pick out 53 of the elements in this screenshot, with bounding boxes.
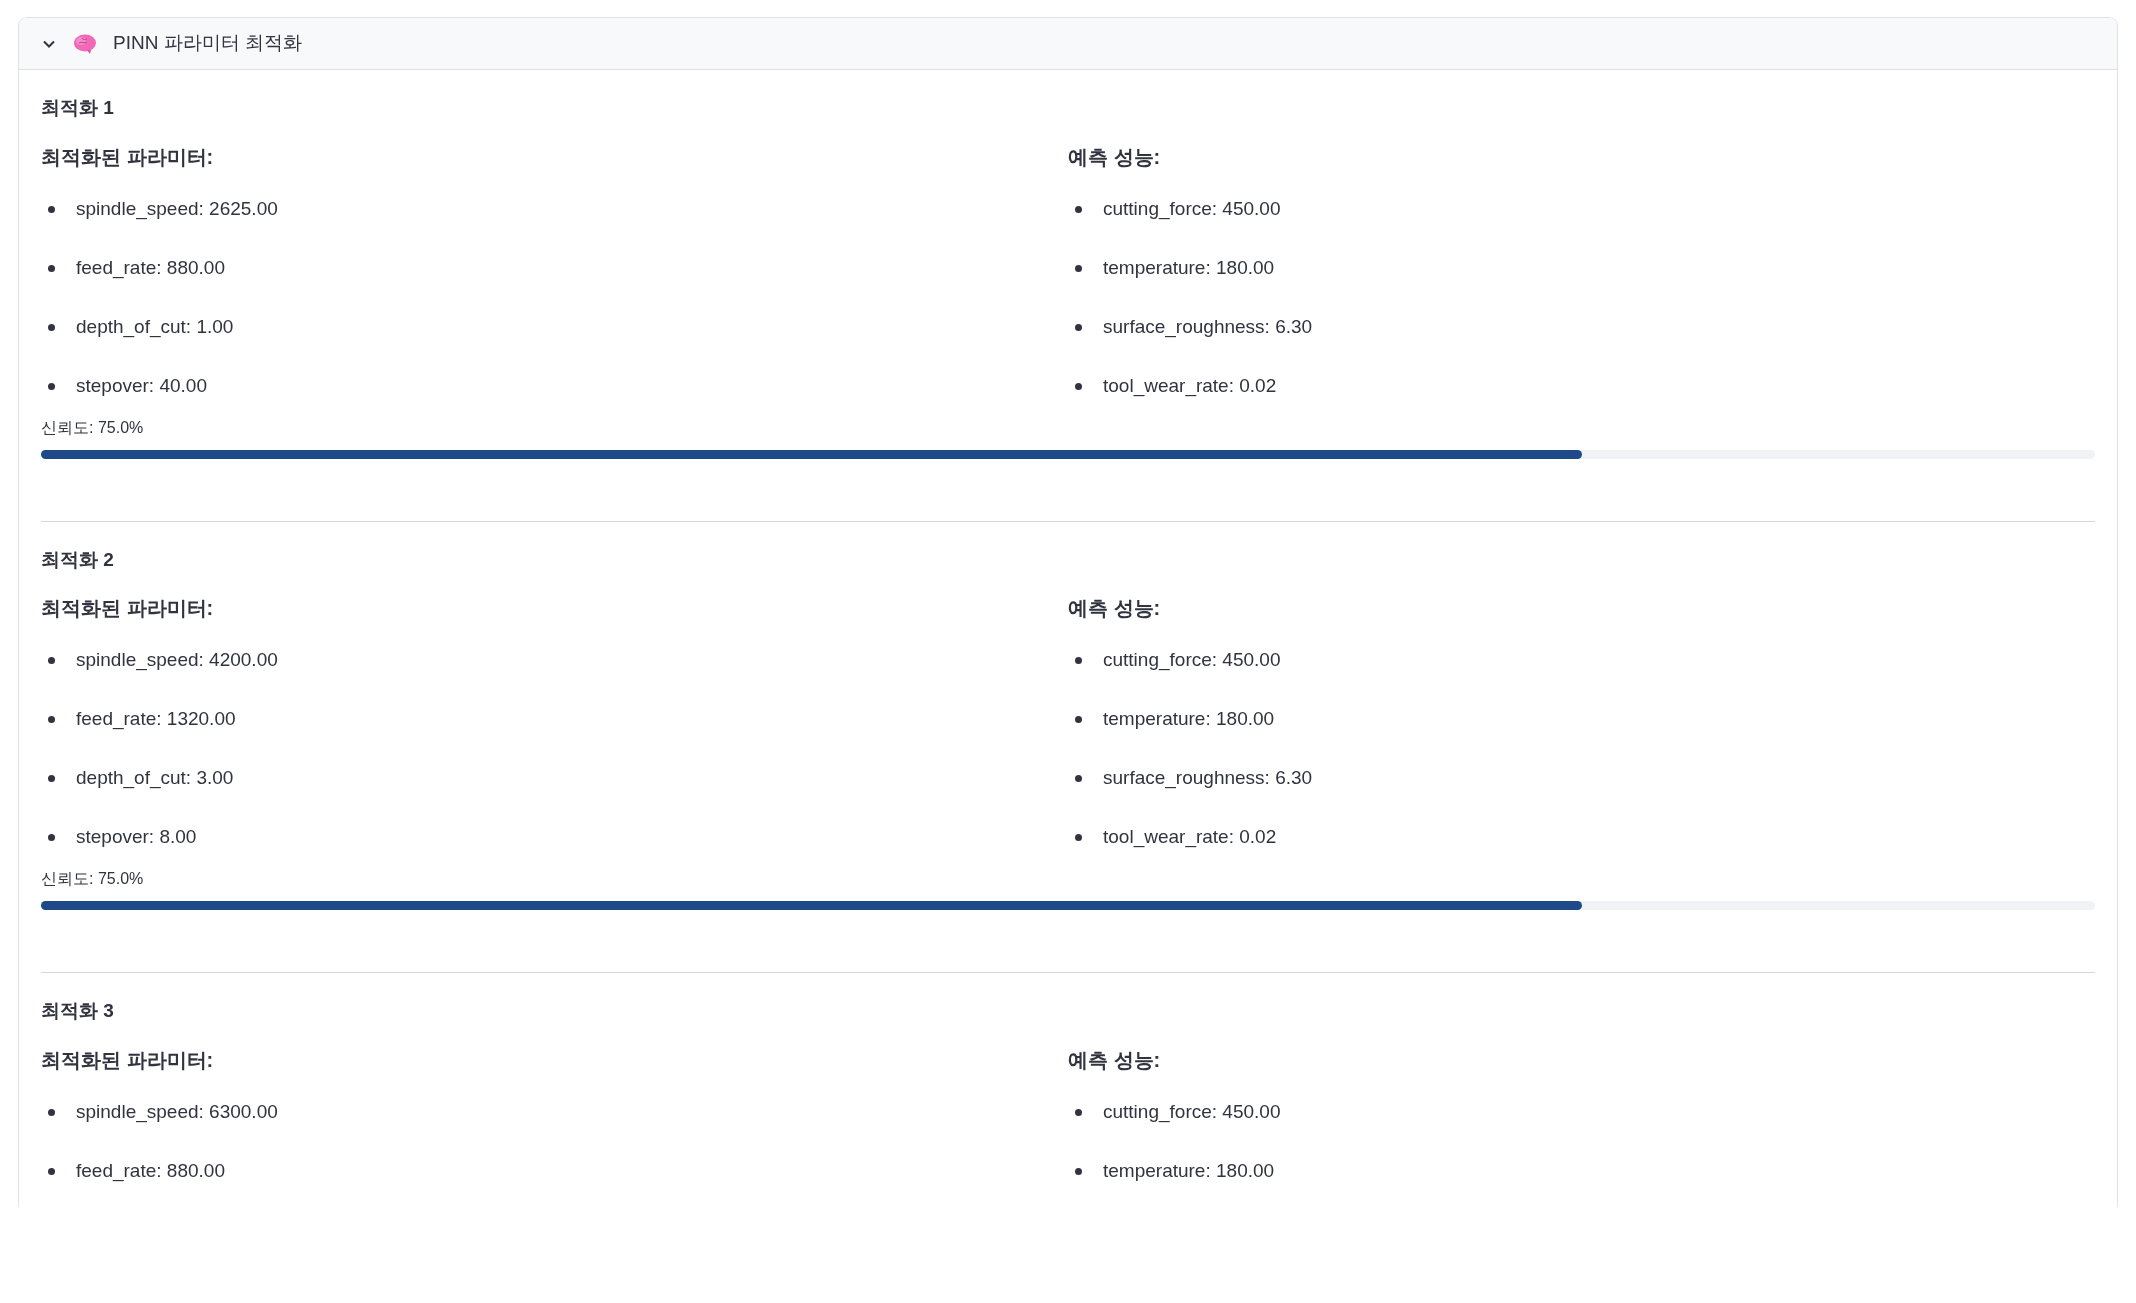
list-item: surface_roughness: 6.30 [1103,314,1313,340]
list-item: feed_rate: 1320.00 [76,707,236,732]
optimization-title: 최적화 3 [41,999,115,1023]
bullet-icon [48,323,55,331]
list-item: depth_of_cut: 3.00 [76,766,234,791]
bullet-icon [48,834,55,841]
expander-title: PINN 파라미터 최적화 [113,31,302,56]
list-item: spindle_speed: 2625.00 [76,196,278,222]
list-item: temperature: 180.00 [1103,255,1275,280]
bullet-icon [48,716,55,723]
bullet-icon [48,205,55,213]
list-item: stepover: 8.00 [76,825,197,850]
optimization-title: 최적화 1 [41,96,115,120]
bullet-icon [48,1108,55,1116]
list-item: cutting_force: 450.00 [1103,648,1281,673]
bullet-icon [1075,382,1082,390]
list-item: surface_roughness: 6.30 [1103,766,1313,791]
section-heading: 최적화된 파라미터: [41,144,215,170]
list-item: cutting_force: 450.00 [1103,196,1281,222]
bullet-icon [1075,323,1082,331]
list-item: feed_rate: 880.00 [76,1158,225,1184]
bullet-icon [1075,1108,1082,1116]
section-heading: 최적화된 파라미터: [41,596,215,621]
bullet-icon [1075,775,1082,782]
list-item: cutting_force: 450.00 [1103,1099,1281,1125]
list-item: feed_rate: 880.00 [76,255,225,281]
bullet-icon [48,382,55,390]
bullet-icon [48,264,55,272]
bullet-icon [1075,1167,1082,1175]
expander-header[interactable]: PINN 파라미터 최적화 [19,18,2117,70]
list-item: tool_wear_rate: 0.02 [1103,825,1277,850]
list-item: stepover: 40.00 [76,373,207,398]
bullet-icon [48,1167,55,1175]
bullet-icon [1075,834,1082,841]
bullet-icon [1075,657,1082,664]
optimization-title: 최적화 2 [41,547,115,572]
confidence-label: 신뢰도: 75.0% [41,869,145,889]
section-heading: 최적화된 파라미터: [41,1047,215,1073]
list-item: depth_of_cut: 1.00 [76,314,234,340]
bullet-icon [48,657,55,664]
list-item: temperature: 180.00 [1103,707,1275,732]
bullet-icon [1075,264,1082,272]
bullet-icon [1075,205,1082,213]
list-item: tool_wear_rate: 0.02 [1103,373,1277,399]
confidence-label: 신뢰도: 75.0% [41,417,145,438]
list-item: spindle_speed: 4200.00 [76,648,278,673]
section-heading: 예측 성능: [1068,596,1162,621]
section-heading: 예측 성능: [1068,144,1162,170]
list-item: spindle_speed: 6300.00 [76,1099,278,1125]
section-heading: 예측 성능: [1068,1047,1162,1073]
bullet-icon [1075,716,1082,723]
list-item: temperature: 180.00 [1103,1158,1275,1183]
bullet-icon [48,775,55,782]
